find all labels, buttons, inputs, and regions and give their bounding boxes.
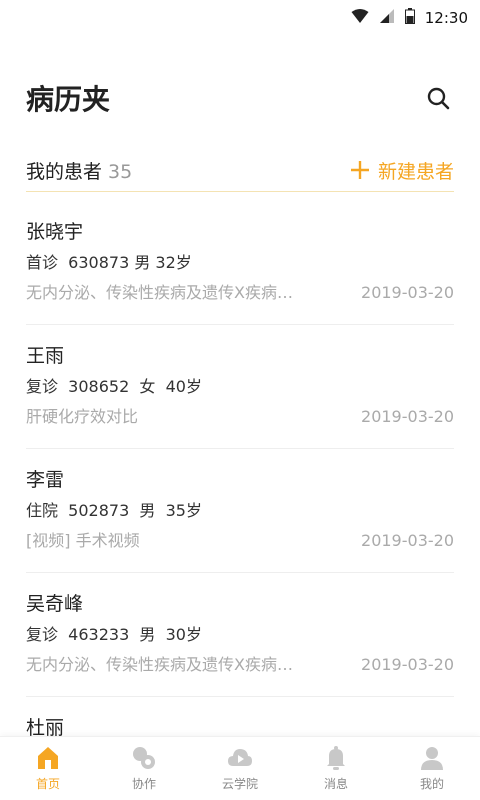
patient-name: 吴奇峰 — [26, 593, 84, 615]
patient-info: 复诊 308652 女 40岁 — [26, 377, 202, 396]
patients-section-header: 我的患者 35 新建患者 — [26, 150, 454, 192]
patient-row[interactable]: 吴奇峰 复诊 463233 男 30岁 无内分泌、传染性疾病及遗传X疾病… 20… — [26, 573, 454, 697]
status-time: 12:30 — [424, 9, 468, 27]
signal-icon — [379, 8, 395, 28]
patient-footer: 无内分泌、传染性疾病及遗传X疾病… 2019-03-20 — [26, 653, 454, 677]
patient-date: 2019-03-20 — [361, 531, 454, 550]
patient-note: 肝硬化疗效对比 — [26, 407, 139, 426]
tab-cloud-academy[interactable]: 云学院 — [192, 737, 288, 800]
patient-row[interactable]: 张晓宇 首诊 630873 男 32岁 无内分泌、传染性疾病及遗传X疾病… 20… — [26, 201, 454, 325]
patient-footer: [视频] 手术视频 2019-03-20 — [26, 529, 454, 553]
patient-footer: 肝硬化疗效对比 2019-03-20 — [26, 405, 454, 429]
wifi-icon — [351, 8, 369, 28]
patient-info: 首诊 630873 男 32岁 — [26, 253, 192, 272]
home-icon — [38, 747, 58, 769]
patient-info: 住院 502873 男 35岁 — [26, 501, 202, 520]
collaboration-icon — [133, 747, 155, 769]
patient-note: 无内分泌、传染性疾病及遗传X疾病… — [26, 283, 293, 302]
patient-note: [视频] 手术视频 — [26, 531, 140, 550]
patient-row[interactable]: 李雷 住院 502873 男 35岁 [视频] 手术视频 2019-03-20 — [26, 449, 454, 573]
tab-label: 协作 — [131, 777, 156, 791]
tab-messages[interactable]: 消息 — [288, 737, 384, 800]
patient-row[interactable]: 杜丽 — [26, 697, 454, 737]
header: 病历夹 — [26, 70, 454, 126]
search-icon — [427, 87, 450, 110]
tab-label: 首页 — [35, 777, 60, 791]
patient-date: 2019-03-20 — [361, 655, 454, 674]
search-button[interactable] — [422, 82, 454, 114]
battery-icon — [404, 8, 415, 28]
patient-name: 王雨 — [26, 345, 65, 367]
section-title-group: 我的患者 35 — [26, 157, 132, 184]
tab-label: 我的 — [419, 777, 444, 791]
tab-label: 云学院 — [221, 777, 258, 791]
bell-icon — [327, 746, 345, 770]
patient-row[interactable]: 王雨 复诊 308652 女 40岁 肝硬化疗效对比 2019-03-20 — [26, 325, 454, 449]
bottom-tab-bar: 首页 协作 云学院 消息 我的 — [0, 736, 480, 800]
tab-label: 消息 — [323, 777, 348, 791]
status-bar: 12:30 — [0, 0, 480, 36]
section-title: 我的患者 — [26, 161, 103, 183]
new-patient-label: 新建患者 — [377, 161, 454, 183]
new-patient-button[interactable]: 新建患者 — [350, 157, 454, 185]
patient-note: 无内分泌、传染性疾病及遗传X疾病… — [26, 655, 293, 674]
tab-home[interactable]: 首页 — [0, 737, 96, 800]
patient-name: 张晓宇 — [26, 221, 84, 243]
cloud-play-icon — [228, 749, 252, 766]
patient-footer: 无内分泌、传染性疾病及遗传X疾病… 2019-03-20 — [26, 281, 454, 305]
patient-date: 2019-03-20 — [361, 283, 454, 302]
patient-date: 2019-03-20 — [361, 407, 454, 426]
patient-count: 35 — [108, 161, 133, 183]
tab-profile[interactable]: 我的 — [384, 737, 480, 800]
patient-name: 李雷 — [26, 469, 65, 491]
tab-collaboration[interactable]: 协作 — [96, 737, 192, 800]
patient-list: 张晓宇 首诊 630873 男 32岁 无内分泌、传染性疾病及遗传X疾病… 20… — [26, 201, 454, 737]
user-icon — [421, 747, 443, 770]
patient-name: 杜丽 — [26, 717, 65, 737]
plus-icon — [350, 157, 370, 185]
patient-info: 复诊 463233 男 30岁 — [26, 625, 202, 644]
page-title: 病历夹 — [26, 83, 111, 116]
